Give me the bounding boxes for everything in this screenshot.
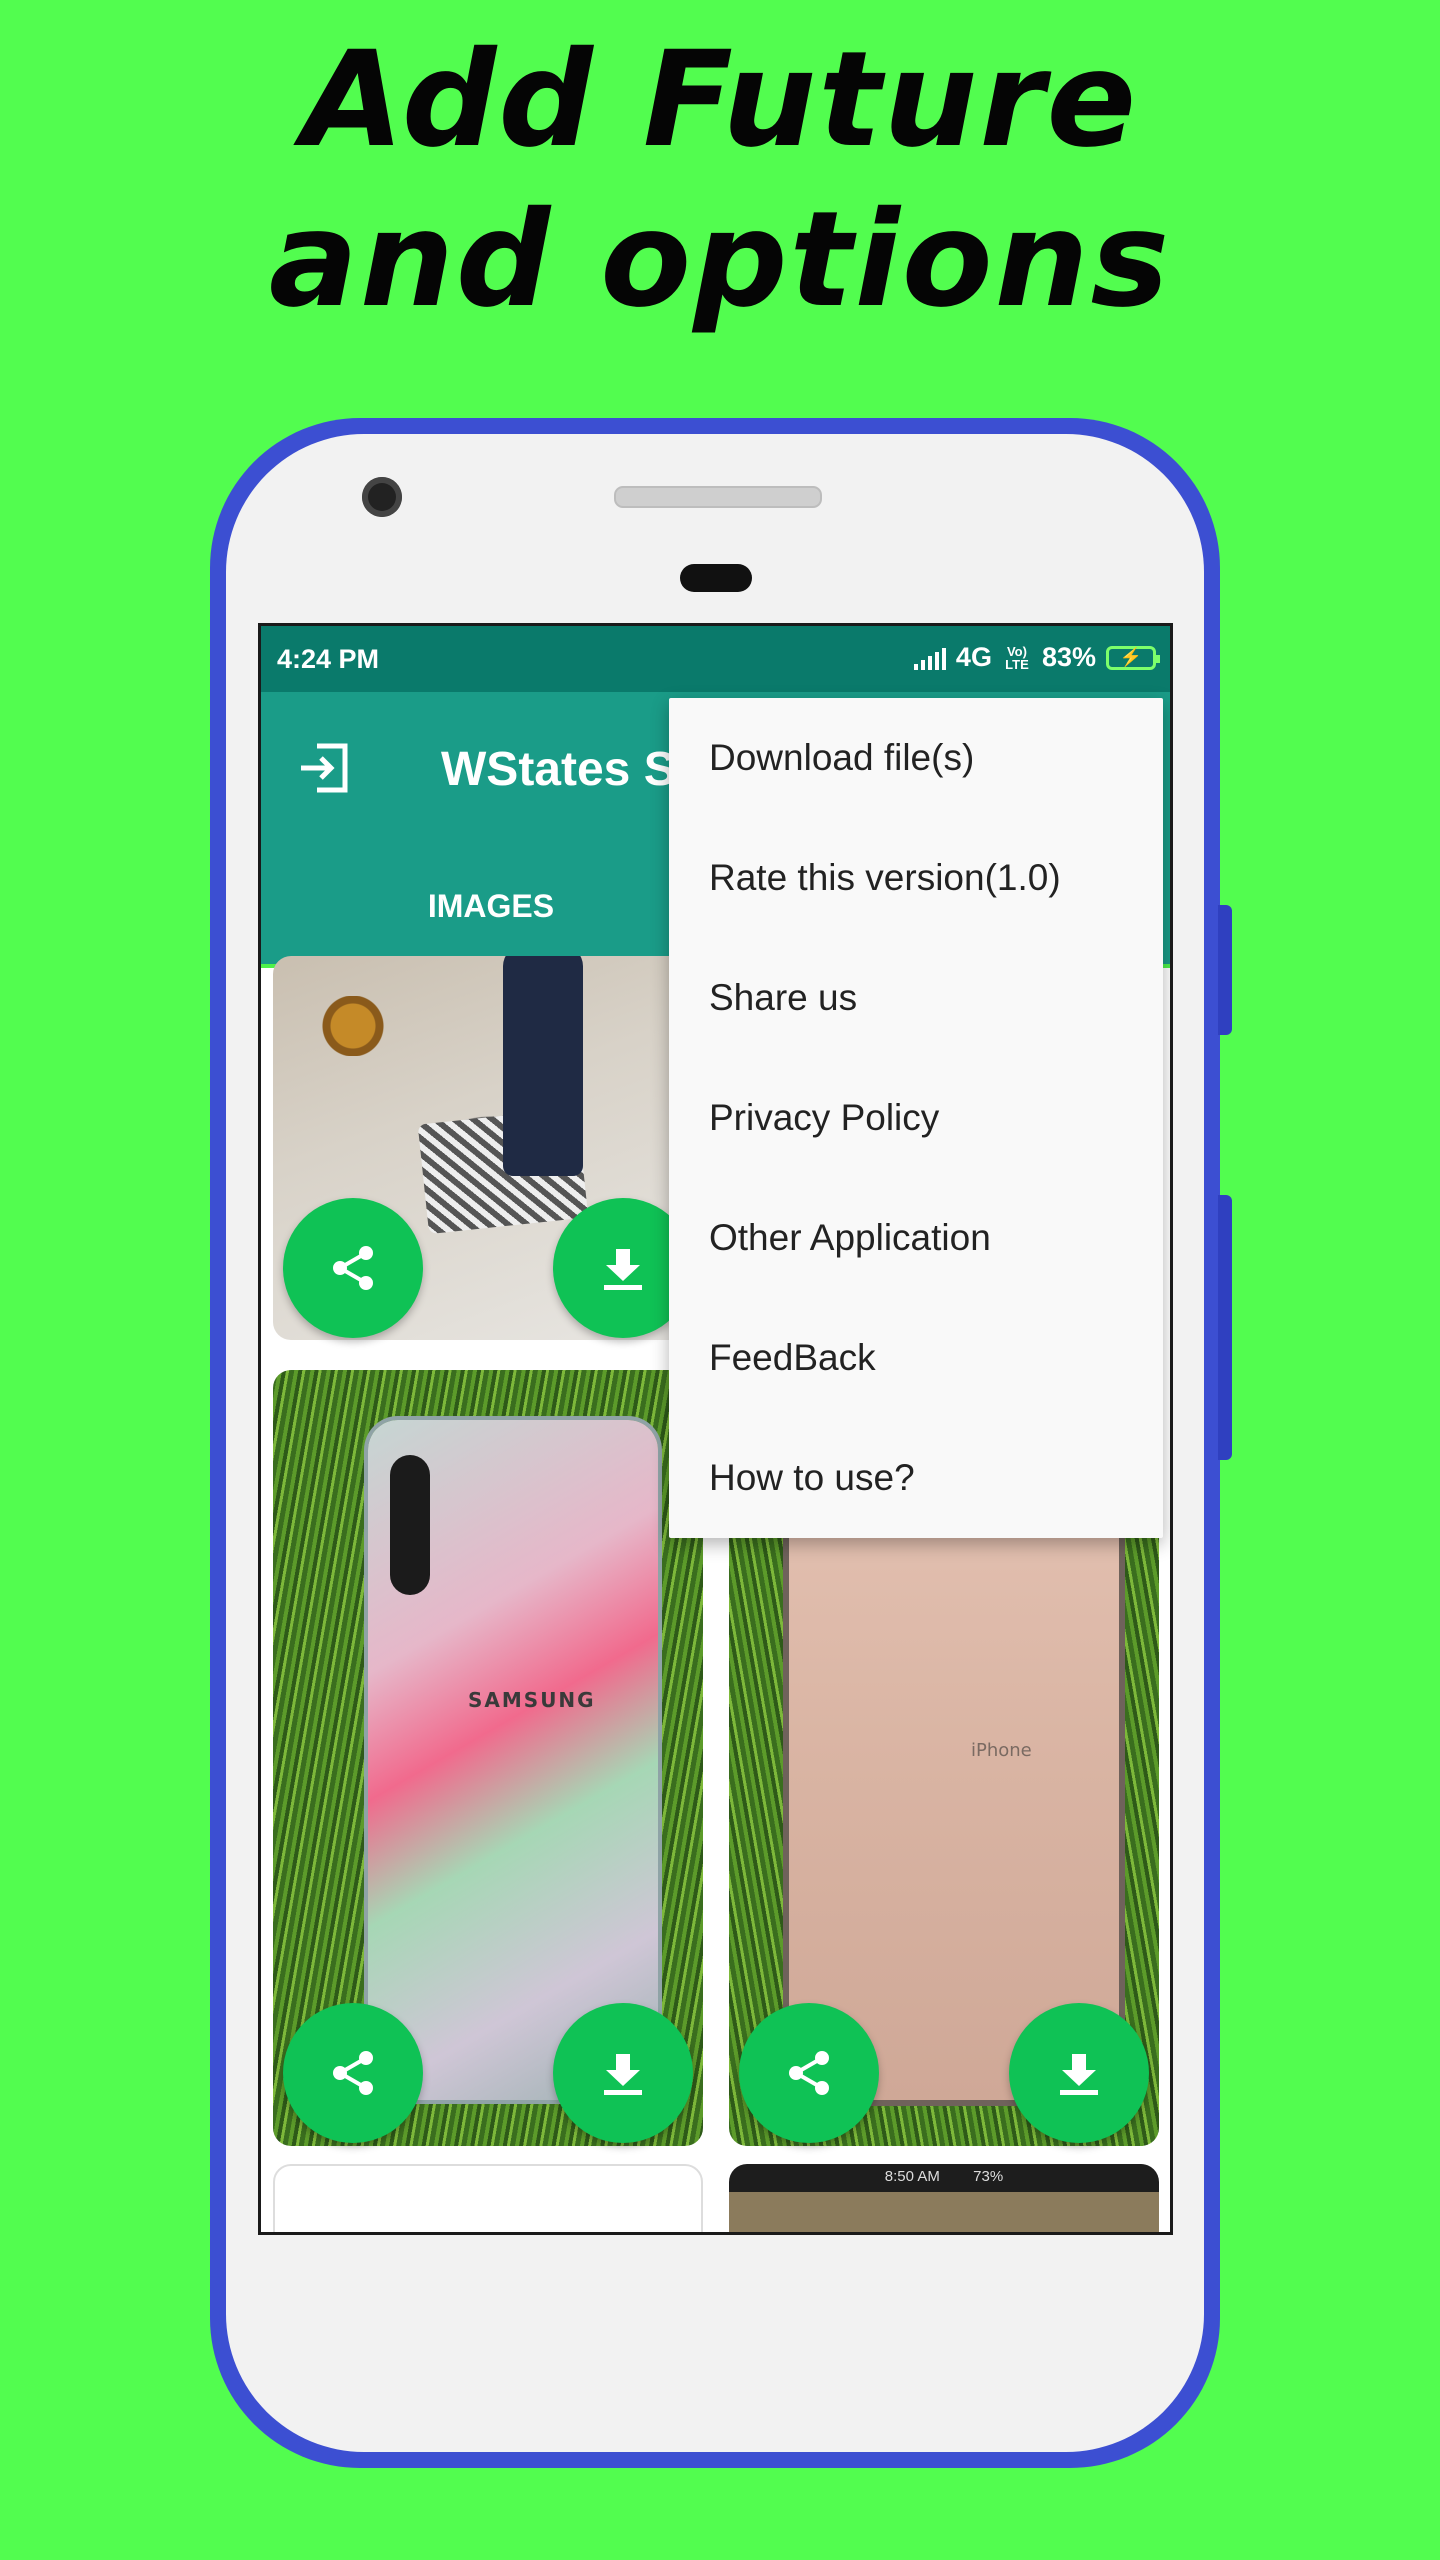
menu-item-other-apps[interactable]: Other Application — [669, 1178, 1163, 1298]
battery-charging-icon: ⚡ — [1106, 645, 1160, 670]
download-icon — [604, 2054, 642, 2095]
battery-percent: 83% — [1041, 642, 1096, 672]
photo-text: 73% — [973, 2168, 1004, 2185]
share-icon — [333, 1246, 373, 1290]
photo-status-bar: 8:50 AM 73% — [729, 2168, 1159, 2185]
photo-detail — [729, 2192, 1159, 2232]
share-button[interactable] — [283, 2003, 423, 2143]
menu-item-rate[interactable]: Rate this version(1.0) — [669, 818, 1163, 938]
phone-screen: 4:24 PM 4G Vo) LTE 83% ⚡ WStates S IMAGE… — [258, 623, 1173, 2235]
status-time: 4:24 PM — [277, 644, 380, 674]
share-button[interactable] — [739, 2003, 879, 2143]
network-type: 4G — [955, 642, 992, 672]
promo-line-2: and options — [268, 183, 1172, 337]
promo-line-1: Add Future — [301, 23, 1139, 177]
menu-item-label: Privacy Policy — [709, 1097, 940, 1138]
status-image-card[interactable] — [273, 2164, 703, 2232]
photo-detail: SAMSUNG — [368, 1420, 658, 2100]
promo-headline: Add Future and options — [0, 20, 1440, 340]
share-icon — [789, 2051, 829, 2095]
status-icons: 4G Vo) LTE 83% ⚡ — [913, 642, 1160, 673]
menu-item-download[interactable]: Download file(s) — [669, 698, 1163, 818]
photo-detail — [390, 1455, 430, 1595]
menu-item-label: How to use? — [709, 1457, 915, 1498]
power-button — [1218, 1195, 1232, 1460]
app-title: WStates S — [441, 743, 676, 796]
menu-item-privacy[interactable]: Privacy Policy — [669, 1058, 1163, 1178]
menu-item-label: Rate this version(1.0) — [709, 857, 1061, 898]
volume-button — [1218, 905, 1232, 1035]
share-icon — [333, 2051, 373, 2095]
photo-text: 8:50 AM — [884, 2168, 940, 2185]
share-button[interactable] — [283, 1198, 423, 1338]
signal-icon — [913, 646, 946, 670]
photo-detail — [503, 956, 583, 1176]
volte-icon: Vo) LTE — [1005, 643, 1029, 672]
menu-item-share[interactable]: Share us — [669, 938, 1163, 1058]
photo-text: iPhone — [971, 1740, 1032, 1761]
tab-images-label: IMAGES — [427, 888, 555, 924]
overflow-menu: Download file(s) Rate this version(1.0) … — [669, 698, 1163, 1538]
earpiece-speaker — [614, 486, 822, 508]
download-icon — [604, 1249, 642, 1290]
menu-item-label: Other Application — [709, 1217, 991, 1258]
photo-text: SAMSUNG — [468, 1688, 596, 1712]
front-camera — [362, 477, 402, 517]
status-bar: 4:24 PM 4G Vo) LTE 83% ⚡ — [261, 626, 1170, 692]
menu-item-label: Share us — [709, 977, 858, 1018]
status-image-card[interactable]: 8:50 AM 73% — [729, 2164, 1159, 2232]
download-button[interactable] — [553, 2003, 693, 2143]
photo-detail — [293, 996, 423, 1056]
menu-item-how-to-use[interactable]: How to use? — [669, 1418, 1163, 1538]
menu-item-feedback[interactable]: FeedBack — [669, 1298, 1163, 1418]
proximity-sensor — [680, 564, 752, 592]
menu-item-label: FeedBack — [709, 1337, 876, 1378]
download-icon — [1060, 2054, 1098, 2095]
exit-icon[interactable] — [295, 738, 355, 798]
menu-item-label: Download file(s) — [709, 737, 975, 778]
tab-images[interactable]: IMAGES — [261, 888, 721, 925]
download-button[interactable] — [1009, 2003, 1149, 2143]
